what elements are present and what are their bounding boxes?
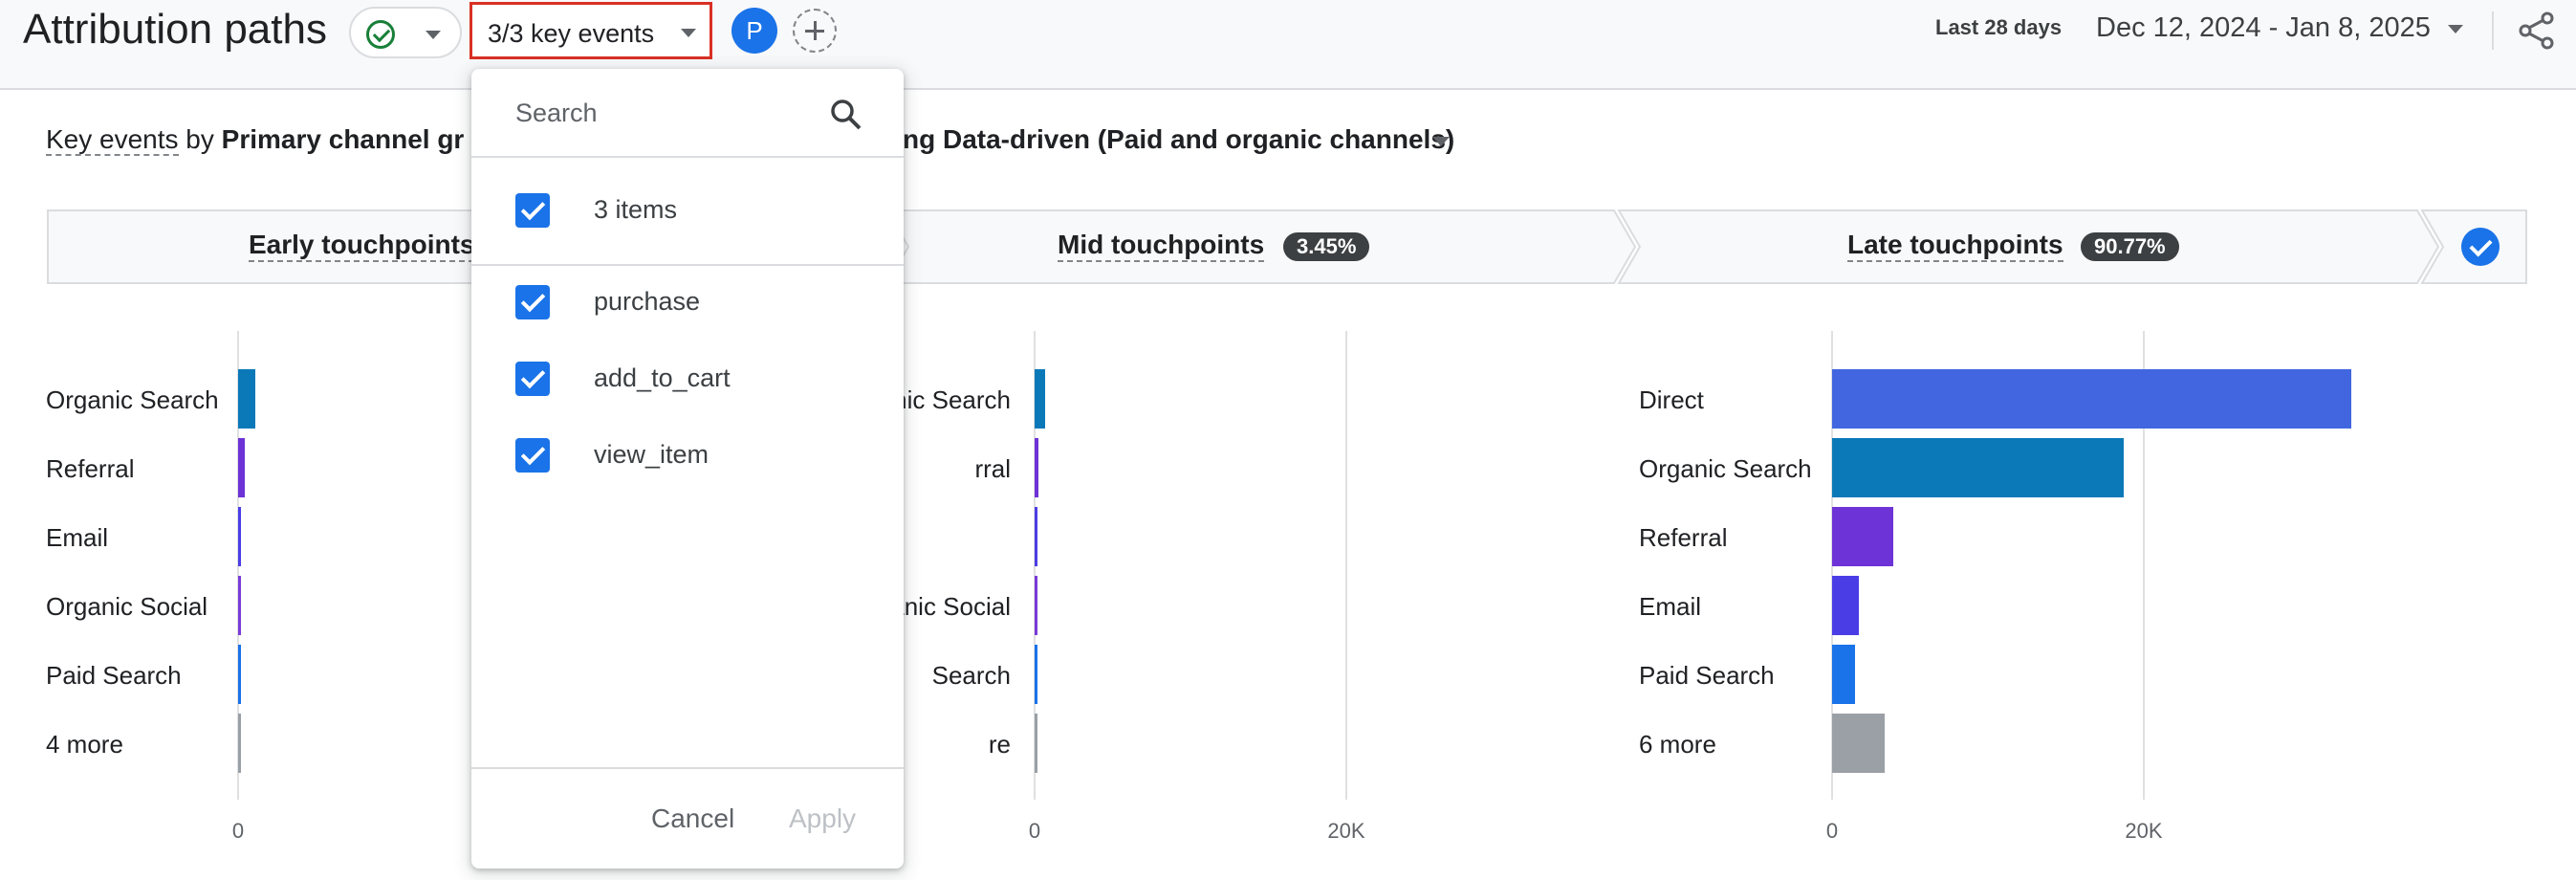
- step-percent-late: 90.77%: [2081, 232, 2179, 261]
- bar[interactable]: [238, 576, 241, 635]
- menu-search: [471, 69, 904, 158]
- list-item[interactable]: purchase: [471, 264, 904, 341]
- metric-selector[interactable]: Key events: [46, 124, 179, 156]
- x-tick-label: 0: [1825, 819, 1839, 843]
- checkbox-checked[interactable]: [515, 285, 550, 319]
- select-all-option[interactable]: 3 items: [471, 172, 904, 249]
- bar[interactable]: [1832, 369, 2351, 429]
- chevron-down-icon[interactable]: [2448, 25, 2463, 33]
- bar[interactable]: [1832, 645, 1856, 704]
- divider: [2492, 11, 2494, 50]
- key-events-menu: 3 items purchase add_to_cart view_item C…: [471, 69, 904, 869]
- x-tick-label: 20K: [2125, 819, 2163, 843]
- bar[interactable]: [1035, 507, 1037, 566]
- page-title: Attribution paths: [23, 6, 327, 53]
- bar[interactable]: [1035, 645, 1037, 704]
- bar[interactable]: [238, 369, 255, 429]
- step-label-mid[interactable]: Mid touchpoints: [1058, 230, 1265, 262]
- bar-category-label: nic Search: [893, 385, 1011, 414]
- step-label-late[interactable]: Late touchpoints: [1847, 230, 2063, 262]
- page-header: Attribution paths 3/3 key events P Last …: [0, 0, 2576, 90]
- bar[interactable]: [238, 507, 241, 566]
- bar[interactable]: [238, 438, 245, 497]
- x-tick-label: 20K: [1327, 819, 1365, 843]
- select-all-label: 3 items: [594, 195, 678, 224]
- bar-category-label: Email: [1639, 592, 1702, 621]
- gridline: [1345, 331, 1347, 800]
- avatar[interactable]: P: [731, 8, 777, 54]
- share-icon[interactable]: [2515, 10, 2559, 52]
- check-circle-icon: [2461, 228, 2500, 266]
- event-name: add_to_cart: [594, 363, 731, 392]
- dimension-selector[interactable]: Primary channel gr: [222, 124, 465, 154]
- date-range-preset: Last 28 days: [1935, 15, 2063, 39]
- checkbox-checked[interactable]: [515, 362, 550, 396]
- report-subtitle: Key events by Primary channel gr: [46, 124, 465, 156]
- check-circle-icon: [366, 20, 395, 49]
- bar[interactable]: [1832, 714, 1886, 773]
- event-name: view_item: [594, 440, 709, 469]
- bar[interactable]: [1832, 438, 2124, 497]
- chevron-down-icon[interactable]: [1432, 137, 1450, 146]
- key-events-label: 3/3 key events: [488, 19, 655, 48]
- bar-category-label: Organic Search: [1639, 454, 1812, 483]
- bar[interactable]: [1035, 576, 1037, 635]
- bar-category-label: Organic Social: [46, 592, 208, 621]
- checkbox-checked[interactable]: [515, 193, 550, 228]
- date-range[interactable]: Dec 12, 2024 - Jan 8, 2025: [2096, 12, 2431, 44]
- x-tick-label: 0: [231, 819, 245, 843]
- event-name: purchase: [594, 287, 701, 316]
- bar-category-label: anic Social: [890, 592, 1011, 621]
- cancel-button[interactable]: Cancel: [651, 803, 734, 834]
- menu-footer: Cancel Apply: [471, 767, 904, 869]
- chevron-down-icon: [681, 29, 696, 37]
- step-label-early[interactable]: Early touchpoints: [249, 230, 475, 262]
- bar[interactable]: [238, 714, 241, 773]
- bar[interactable]: [238, 645, 241, 704]
- checkbox-checked[interactable]: [515, 438, 550, 473]
- key-events-dropdown-button[interactable]: 3/3 key events: [469, 2, 712, 59]
- bar-category-label: Paid Search: [1639, 661, 1775, 690]
- bar-category-label: 6 more: [1639, 730, 1716, 759]
- step-percent-mid: 3.45%: [1283, 232, 1370, 261]
- bar-category-label: Referral: [46, 454, 135, 483]
- bar-category-label: re: [988, 730, 1011, 759]
- subtitle-by: by: [178, 124, 222, 154]
- apply-button[interactable]: Apply: [789, 803, 856, 834]
- bar-category-label: Email: [46, 523, 109, 552]
- attribution-model-selector[interactable]: ng Data-driven (Paid and organic channel…: [903, 124, 1454, 155]
- bar-category-label: Direct: [1639, 385, 1704, 414]
- bar-category-label: Paid Search: [46, 661, 182, 690]
- search-icon[interactable]: [829, 98, 863, 132]
- list-item[interactable]: view_item: [471, 417, 904, 494]
- bar-category-label: 4 more: [46, 730, 123, 759]
- status-dropdown[interactable]: [349, 7, 462, 58]
- bar[interactable]: [1035, 438, 1039, 497]
- bar-category-label: Referral: [1639, 523, 1728, 552]
- bar[interactable]: [1832, 507, 1893, 566]
- bar-category-label: Organic Search: [46, 385, 219, 414]
- bar-category-label: rral: [974, 454, 1011, 483]
- add-comparison-icon[interactable]: [793, 9, 837, 53]
- bar[interactable]: [1832, 576, 1859, 635]
- list-item[interactable]: add_to_cart: [471, 341, 904, 417]
- x-tick-label: 0: [1028, 819, 1041, 843]
- bar-category-label: Search: [931, 661, 1011, 690]
- bar[interactable]: [1035, 714, 1037, 773]
- bar[interactable]: [1035, 369, 1045, 429]
- search-input[interactable]: [515, 90, 802, 136]
- chevron-down-icon: [426, 31, 441, 39]
